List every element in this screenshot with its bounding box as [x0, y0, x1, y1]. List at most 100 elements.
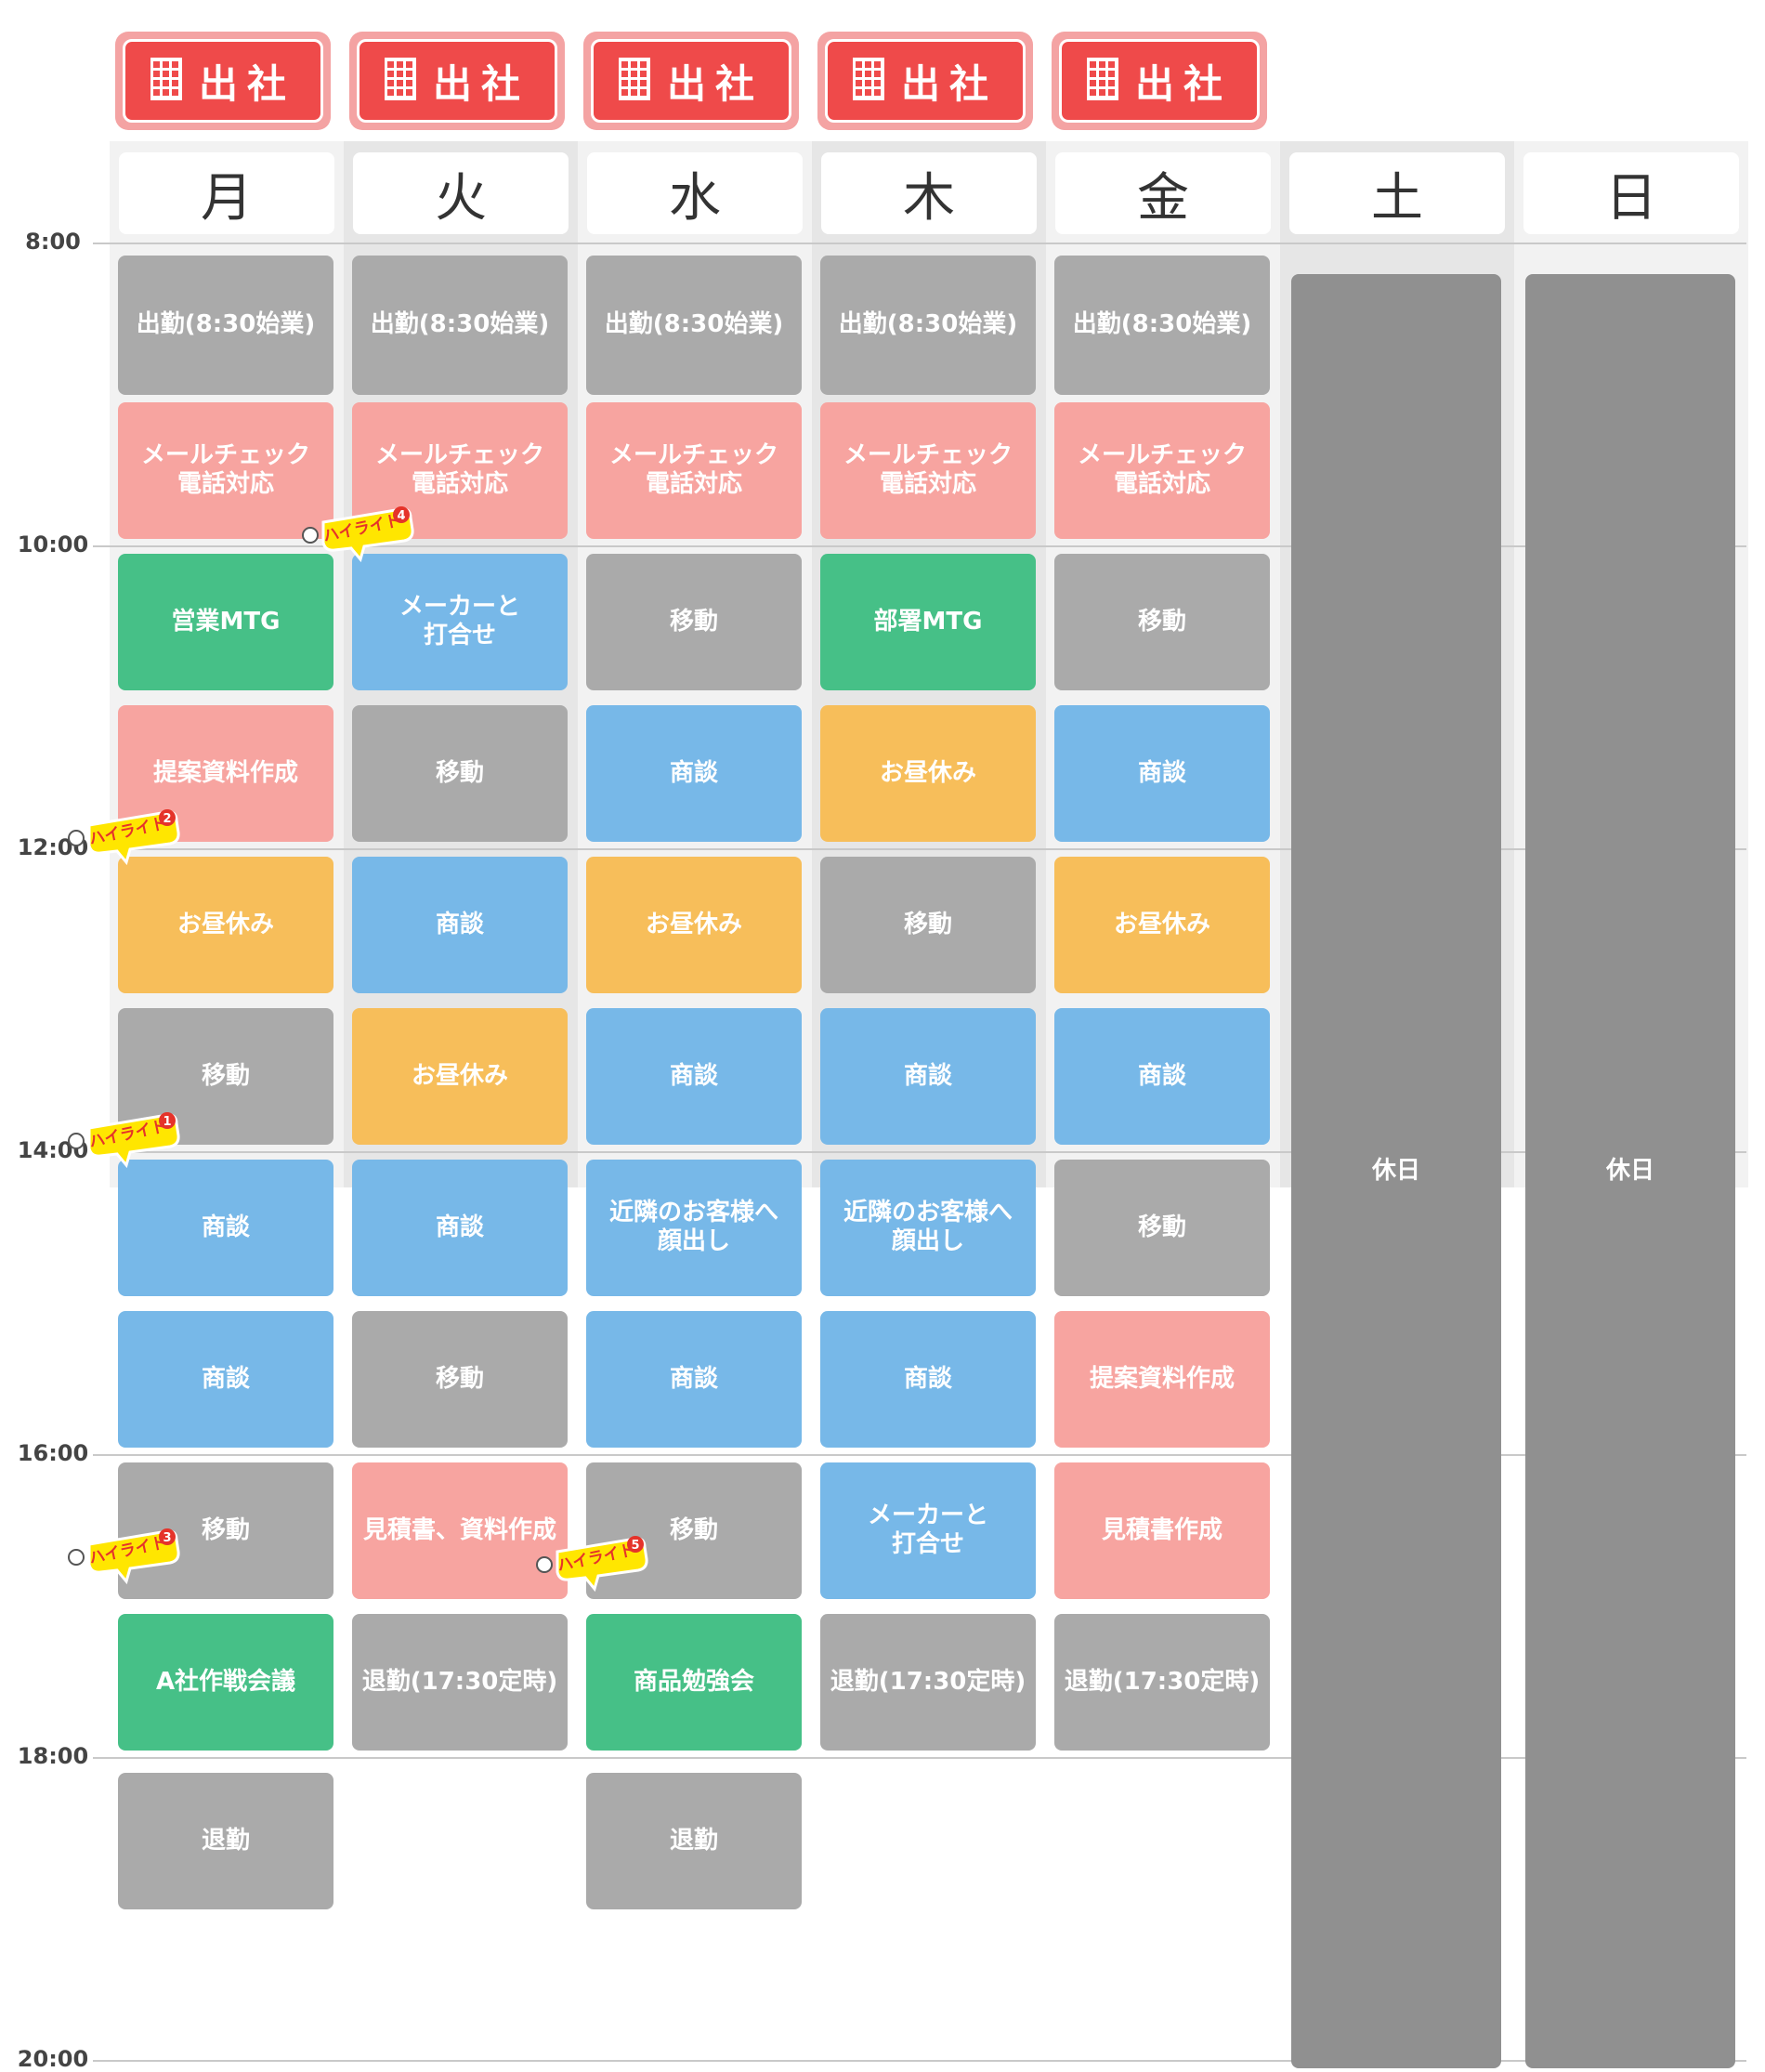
highlight-label: ハイライト [87, 1534, 168, 1568]
schedule-block[interactable]: 商談 [820, 1311, 1036, 1448]
building-icon [618, 58, 650, 104]
schedule-block[interactable]: 商談 [118, 1160, 333, 1296]
schedule-block[interactable]: 商談 [820, 1008, 1036, 1145]
highlight-sticker: ハイライト 4 [297, 502, 418, 567]
time-label: 16:00 [17, 1440, 89, 1466]
building-icon [1086, 58, 1118, 104]
schedule-block[interactable]: 移動 [1054, 1160, 1270, 1296]
time-label: 8:00 [25, 229, 81, 255]
highlight-sticker: ハイライト 1 [63, 1108, 184, 1173]
day-header: 水 [587, 152, 803, 234]
highlight-text-layer: ハイライト1 [87, 1115, 171, 1152]
office-badge-label: 出社 [1134, 60, 1232, 107]
schedule-block[interactable]: 移動 [352, 1311, 568, 1448]
schedule-block[interactable]: 提案資料作成 [1054, 1311, 1270, 1448]
schedule-block[interactable]: 出勤(8:30始業) [352, 256, 568, 395]
day-header: 木 [821, 152, 1037, 234]
office-badge-inner: 出社 [357, 39, 557, 123]
time-label: 18:00 [17, 1743, 89, 1769]
schedule-block[interactable]: 部署MTG [820, 554, 1036, 690]
office-badge-label: 出社 [666, 60, 764, 107]
day-header: 日 [1523, 152, 1739, 234]
schedule-block[interactable]: メーカーと 打合せ [820, 1462, 1036, 1599]
schedule-block[interactable]: メールチェック 電話対応 [820, 402, 1036, 539]
schedule-block[interactable]: 退勤(17:30定時) [1054, 1614, 1270, 1751]
highlight-label: ハイライト [87, 1117, 168, 1151]
schedule-block[interactable]: メールチェック 電話対応 [586, 402, 802, 539]
schedule-block[interactable]: 見積書作成 [1054, 1462, 1270, 1599]
schedule-block[interactable]: 商談 [352, 857, 568, 993]
schedule-block[interactable]: 商談 [586, 1008, 802, 1145]
schedule-block[interactable]: 出勤(8:30始業) [586, 256, 802, 395]
schedule-block[interactable]: メールチェック 電話対応 [1054, 402, 1270, 539]
office-badge-inner: 出社 [1059, 39, 1260, 123]
building-icon [384, 58, 416, 104]
schedule-block[interactable]: 商談 [1054, 705, 1270, 842]
schedule-block[interactable]: 移動 [1054, 554, 1270, 690]
schedule-block[interactable]: A社作戦会議 [118, 1614, 333, 1751]
time-label: 10:00 [17, 531, 89, 557]
schedule-block[interactable]: 退勤(17:30定時) [352, 1614, 568, 1751]
schedule-block[interactable]: 休日 [1291, 273, 1501, 2069]
schedule-block[interactable]: 商談 [586, 705, 802, 842]
office-badge-label: 出社 [198, 60, 295, 107]
office-badge: 出社 [583, 32, 799, 130]
highlight-number: 4 [397, 509, 405, 523]
schedule-block[interactable]: 営業MTG [118, 554, 333, 690]
office-badge: 出社 [1052, 32, 1267, 130]
schedule-block[interactable]: 退勤 [586, 1773, 802, 1909]
schedule-block[interactable]: 出勤(8:30始業) [118, 256, 333, 395]
schedule-block[interactable]: 商談 [352, 1160, 568, 1296]
office-badge: 出社 [115, 32, 331, 130]
highlight-sticker: ハイライト 2 [63, 805, 184, 870]
day-header: 月 [119, 152, 334, 234]
building-icon [852, 58, 884, 104]
highlight-number: 1 [163, 1115, 171, 1129]
highlight-text-layer: ハイライト3 [87, 1531, 171, 1568]
schedule-block[interactable]: お昼休み [586, 857, 802, 993]
schedule-block[interactable]: 休日 [1525, 273, 1735, 2069]
schedule-block[interactable]: 商談 [586, 1311, 802, 1448]
schedule-block[interactable]: 退勤 [118, 1773, 333, 1909]
highlight-text-layer: ハイライト2 [87, 812, 171, 849]
schedule-block[interactable]: 商品勉強会 [586, 1614, 802, 1751]
highlight-label: ハイライト [87, 814, 168, 848]
highlight-text-layer: ハイライト4 [321, 509, 405, 546]
day-header: 金 [1055, 152, 1271, 234]
highlight-label: ハイライト [321, 511, 402, 545]
office-badge-inner: 出社 [825, 39, 1026, 123]
office-badge-inner: 出社 [123, 39, 323, 123]
highlight-text-layer: ハイライト5 [556, 1539, 639, 1576]
day-header: 火 [353, 152, 569, 234]
office-badge: 出社 [817, 32, 1033, 130]
weekly-schedule: 8:00 10:00 12:00 14:00 16:00 18:00 20:00 出社 出社 出社… [0, 0, 1765, 2072]
schedule-block[interactable]: 移動 [586, 554, 802, 690]
time-gridline [93, 243, 1746, 244]
highlight-label: ハイライト [556, 1541, 636, 1576]
highlight-number: 5 [631, 1539, 639, 1553]
schedule-block[interactable]: 商談 [118, 1311, 333, 1448]
schedule-block[interactable]: お昼休み [1054, 857, 1270, 993]
schedule-block[interactable]: 出勤(8:30始業) [820, 256, 1036, 395]
schedule-block[interactable]: 近隣のお客様へ 顔出し [586, 1160, 802, 1296]
office-badge-inner: 出社 [591, 39, 791, 123]
schedule-block[interactable]: 移動 [352, 705, 568, 842]
day-header: 土 [1289, 152, 1505, 234]
building-icon [150, 58, 182, 104]
schedule-block[interactable]: お昼休み [352, 1008, 568, 1145]
schedule-block[interactable]: 近隣のお客様へ 顔出し [820, 1160, 1036, 1296]
office-badge-label: 出社 [432, 60, 530, 107]
schedule-block[interactable]: 移動 [820, 857, 1036, 993]
schedule-block[interactable]: お昼休み [820, 705, 1036, 842]
schedule-block[interactable]: 商談 [1054, 1008, 1270, 1145]
highlight-sticker: ハイライト 3 [63, 1524, 184, 1589]
schedule-block[interactable]: お昼休み [118, 857, 333, 993]
office-badge-label: 出社 [900, 60, 998, 107]
schedule-block[interactable]: 退勤(17:30定時) [820, 1614, 1036, 1751]
schedule-block[interactable]: メーカーと 打合せ [352, 554, 568, 690]
schedule-block[interactable]: 出勤(8:30始業) [1054, 256, 1270, 395]
office-badge: 出社 [349, 32, 565, 130]
highlight-number: 2 [163, 812, 171, 826]
time-label: 20:00 [17, 2046, 89, 2072]
highlight-number: 3 [163, 1531, 171, 1545]
